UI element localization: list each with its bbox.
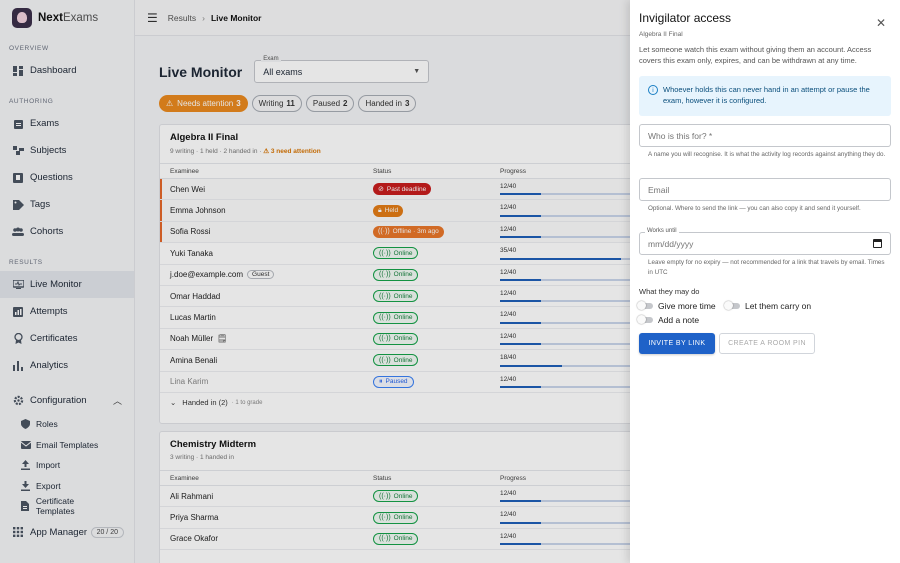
works-until-input[interactable] — [648, 239, 882, 249]
permissions-title: What they may do — [639, 287, 700, 296]
who-input[interactable] — [648, 131, 882, 141]
email-field[interactable] — [639, 178, 891, 201]
create-room-pin-button[interactable]: CREATE A ROOM PIN — [719, 333, 815, 354]
info-icon: i — [648, 85, 658, 95]
invite-by-link-button[interactable]: INVITE BY LINK — [639, 333, 715, 354]
who-helper: A name you will recognise. It is what th… — [648, 151, 886, 158]
invigilator-access-drawer: Invigilator access ✕ Algebra II Final Le… — [630, 0, 900, 563]
toggle-add-a-note[interactable]: Add a note — [637, 315, 699, 325]
works-until-helper: Leave empty for no expiry — not recommen… — [648, 259, 885, 276]
info-alert: i Whoever holds this can never hand in a… — [639, 76, 891, 116]
who-field[interactable] — [639, 124, 891, 147]
close-icon[interactable]: ✕ — [876, 16, 886, 30]
drawer-subtitle: Algebra II Final — [639, 31, 683, 38]
switch-off[interactable] — [637, 315, 653, 324]
switch-off[interactable] — [724, 301, 740, 310]
drawer-description: Let someone watch this exam without givi… — [639, 45, 872, 65]
email-helper: Optional. Where to send the link — you c… — [648, 205, 861, 212]
toggle-give-more-time[interactable]: Give more time — [637, 301, 716, 311]
works-until-field[interactable]: Works until — [639, 228, 891, 255]
drawer-title: Invigilator access — [639, 11, 732, 25]
works-until-label: Works until — [645, 228, 679, 234]
calendar-icon[interactable] — [873, 239, 882, 248]
toggle-let-them-carry-on[interactable]: Let them carry on — [724, 301, 811, 311]
email-input[interactable] — [648, 185, 882, 195]
switch-off[interactable] — [637, 301, 653, 310]
